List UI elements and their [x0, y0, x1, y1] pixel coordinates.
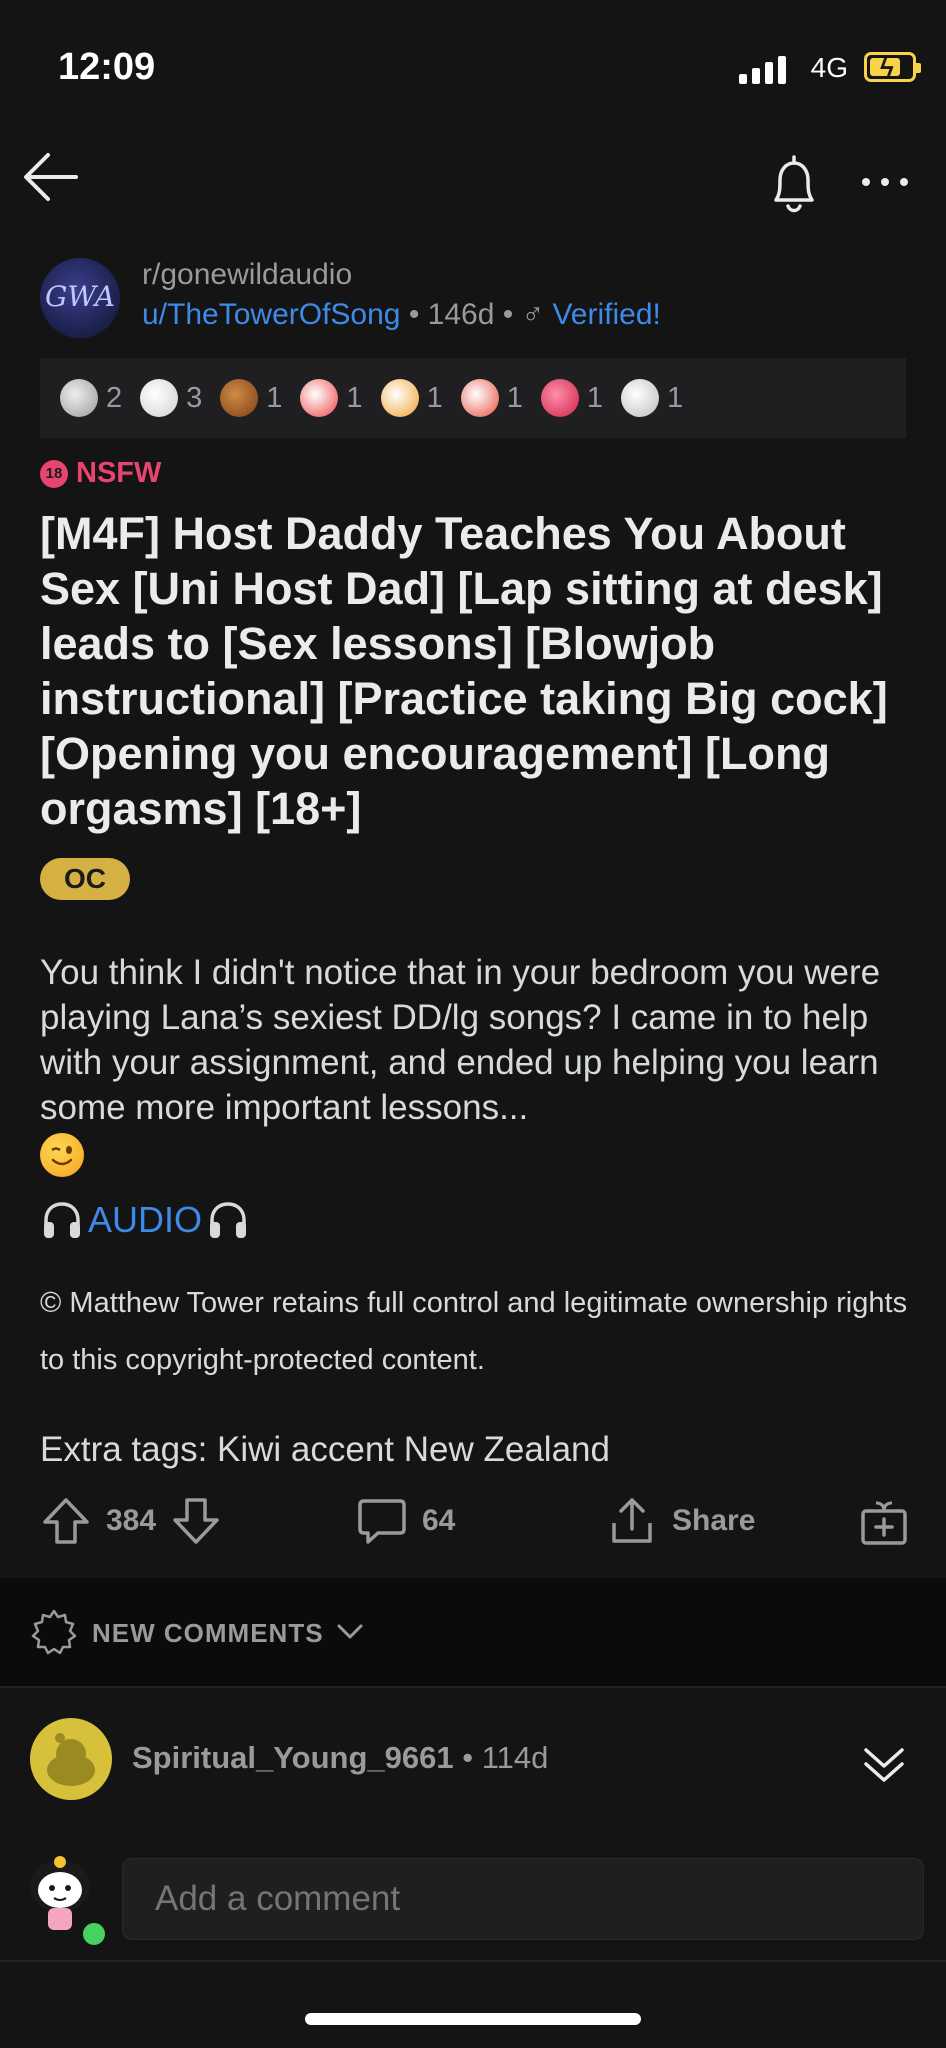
- battery-icon: ϟ: [864, 52, 921, 83]
- eighteen-plus-icon: 18: [40, 459, 68, 488]
- extra-tags: Extra tags: Kiwi accent New Zealand: [40, 1430, 610, 1469]
- award-1-icon: [60, 379, 98, 417]
- award-count: 2: [106, 381, 123, 414]
- award-item: 1: [540, 379, 603, 417]
- user-flair: Verified!: [552, 298, 661, 331]
- post-action-bar: 384 64 Share: [0, 1495, 946, 1555]
- bell-icon[interactable]: [766, 154, 822, 218]
- award-count: 1: [346, 381, 363, 414]
- nsfw-label: NSFW: [76, 457, 162, 489]
- network-type: 4G: [810, 52, 848, 83]
- status-bar: 12:09 4G ϟ: [0, 0, 946, 130]
- comments-button[interactable]: 64: [356, 1495, 455, 1547]
- post-meta: u/TheTowerOfSong • 146d • ♂ Verified!: [142, 298, 661, 332]
- oc-flair[interactable]: OC: [40, 858, 130, 900]
- clock: 12:09: [58, 46, 156, 88]
- sort-label: NEW COMMENTS: [92, 1618, 324, 1648]
- share-label: Share: [672, 1504, 756, 1537]
- comment-input[interactable]: [122, 1858, 924, 1940]
- upvote-icon[interactable]: [40, 1495, 92, 1547]
- audio-link-row: AUDIO: [40, 1198, 250, 1242]
- share-button[interactable]: Share: [606, 1495, 755, 1547]
- commenter-avatar[interactable]: [30, 1718, 112, 1800]
- award-item: 1: [220, 379, 282, 417]
- home-indicator[interactable]: [305, 2013, 641, 2025]
- award-button[interactable]: [858, 1495, 910, 1547]
- award-count: 1: [666, 381, 684, 414]
- vote-count: 384: [106, 1504, 157, 1537]
- award-count: 1: [506, 381, 523, 414]
- comment-composer: [0, 1838, 946, 1958]
- vote-group: 384: [40, 1495, 222, 1547]
- award-3-icon: [220, 379, 259, 417]
- collapse-thread-icon[interactable]: [860, 1740, 908, 1788]
- award-8-icon: [620, 379, 659, 417]
- author-link[interactable]: u/TheTowerOfSong: [142, 298, 400, 331]
- post-body: You think I didn't notice that in your b…: [40, 950, 920, 1177]
- comment-bubble-icon: [358, 1499, 406, 1544]
- award-7-icon: [540, 379, 579, 417]
- post-age: 146d: [427, 298, 495, 331]
- comment-meta: Spiritual_Young_9661 • 114d: [132, 1740, 548, 1776]
- headphones-icon: [210, 1202, 247, 1238]
- award-6-icon: [460, 379, 499, 417]
- award-item: 1: [300, 379, 363, 417]
- gift-icon: [861, 1501, 907, 1545]
- post-body-text: You think I didn't notice that in your b…: [40, 953, 881, 1127]
- signal-icon: [739, 56, 786, 84]
- award-4-icon: [300, 379, 339, 417]
- divider: [0, 1960, 946, 1962]
- winking-face-icon: [40, 1132, 84, 1177]
- chevron-down-icon: [337, 1624, 363, 1639]
- award-count: 3: [186, 381, 203, 414]
- back-arrow-icon[interactable]: [18, 145, 82, 209]
- separator-dot: •: [502, 298, 522, 331]
- award-count: 1: [426, 381, 443, 414]
- award-item: 3: [140, 379, 202, 417]
- sparkle-badge-icon: [31, 1609, 77, 1655]
- male-symbol-icon: ♂: [521, 298, 545, 331]
- online-status-dot: [80, 1920, 108, 1948]
- comment-sort-bar[interactable]: NEW COMMENTS: [0, 1578, 946, 1686]
- share-icon: [612, 1498, 652, 1543]
- subreddit-avatar-text: GWA: [45, 280, 115, 313]
- comment-age: 114d: [481, 1740, 549, 1775]
- awards-bar[interactable]: 2 3 1 1 1 1 1 1: [40, 358, 906, 438]
- divider: [0, 1686, 946, 1688]
- downvote-icon[interactable]: [170, 1495, 222, 1547]
- award-item: 1: [380, 379, 443, 417]
- nsfw-tag: 18 NSFW: [40, 457, 161, 490]
- headphones-icon: [44, 1202, 80, 1238]
- award-item: 1: [460, 379, 523, 417]
- subreddit-avatar[interactable]: GWA: [40, 258, 120, 338]
- award-2-icon: [140, 379, 179, 417]
- award-5-icon: [380, 379, 419, 417]
- top-nav: [0, 140, 946, 220]
- award-count: 1: [266, 381, 283, 414]
- award-item: 1: [620, 379, 684, 417]
- separator-dot: •: [462, 1740, 482, 1775]
- separator-dot: •: [408, 298, 428, 331]
- award-count: 1: [586, 381, 603, 414]
- award-item: 2: [60, 379, 122, 417]
- copyright-notice: © Matthew Tower retains full control and…: [40, 1287, 908, 1376]
- post-title: [M4F] Host Daddy Teaches You About Sex […: [40, 508, 888, 834]
- subreddit-name[interactable]: r/gonewildaudio: [142, 258, 352, 292]
- comment-count: 64: [422, 1504, 456, 1537]
- comment-author[interactable]: Spiritual_Young_9661: [132, 1740, 454, 1775]
- audio-link[interactable]: AUDIO: [88, 1199, 202, 1241]
- more-options-icon[interactable]: [860, 174, 910, 190]
